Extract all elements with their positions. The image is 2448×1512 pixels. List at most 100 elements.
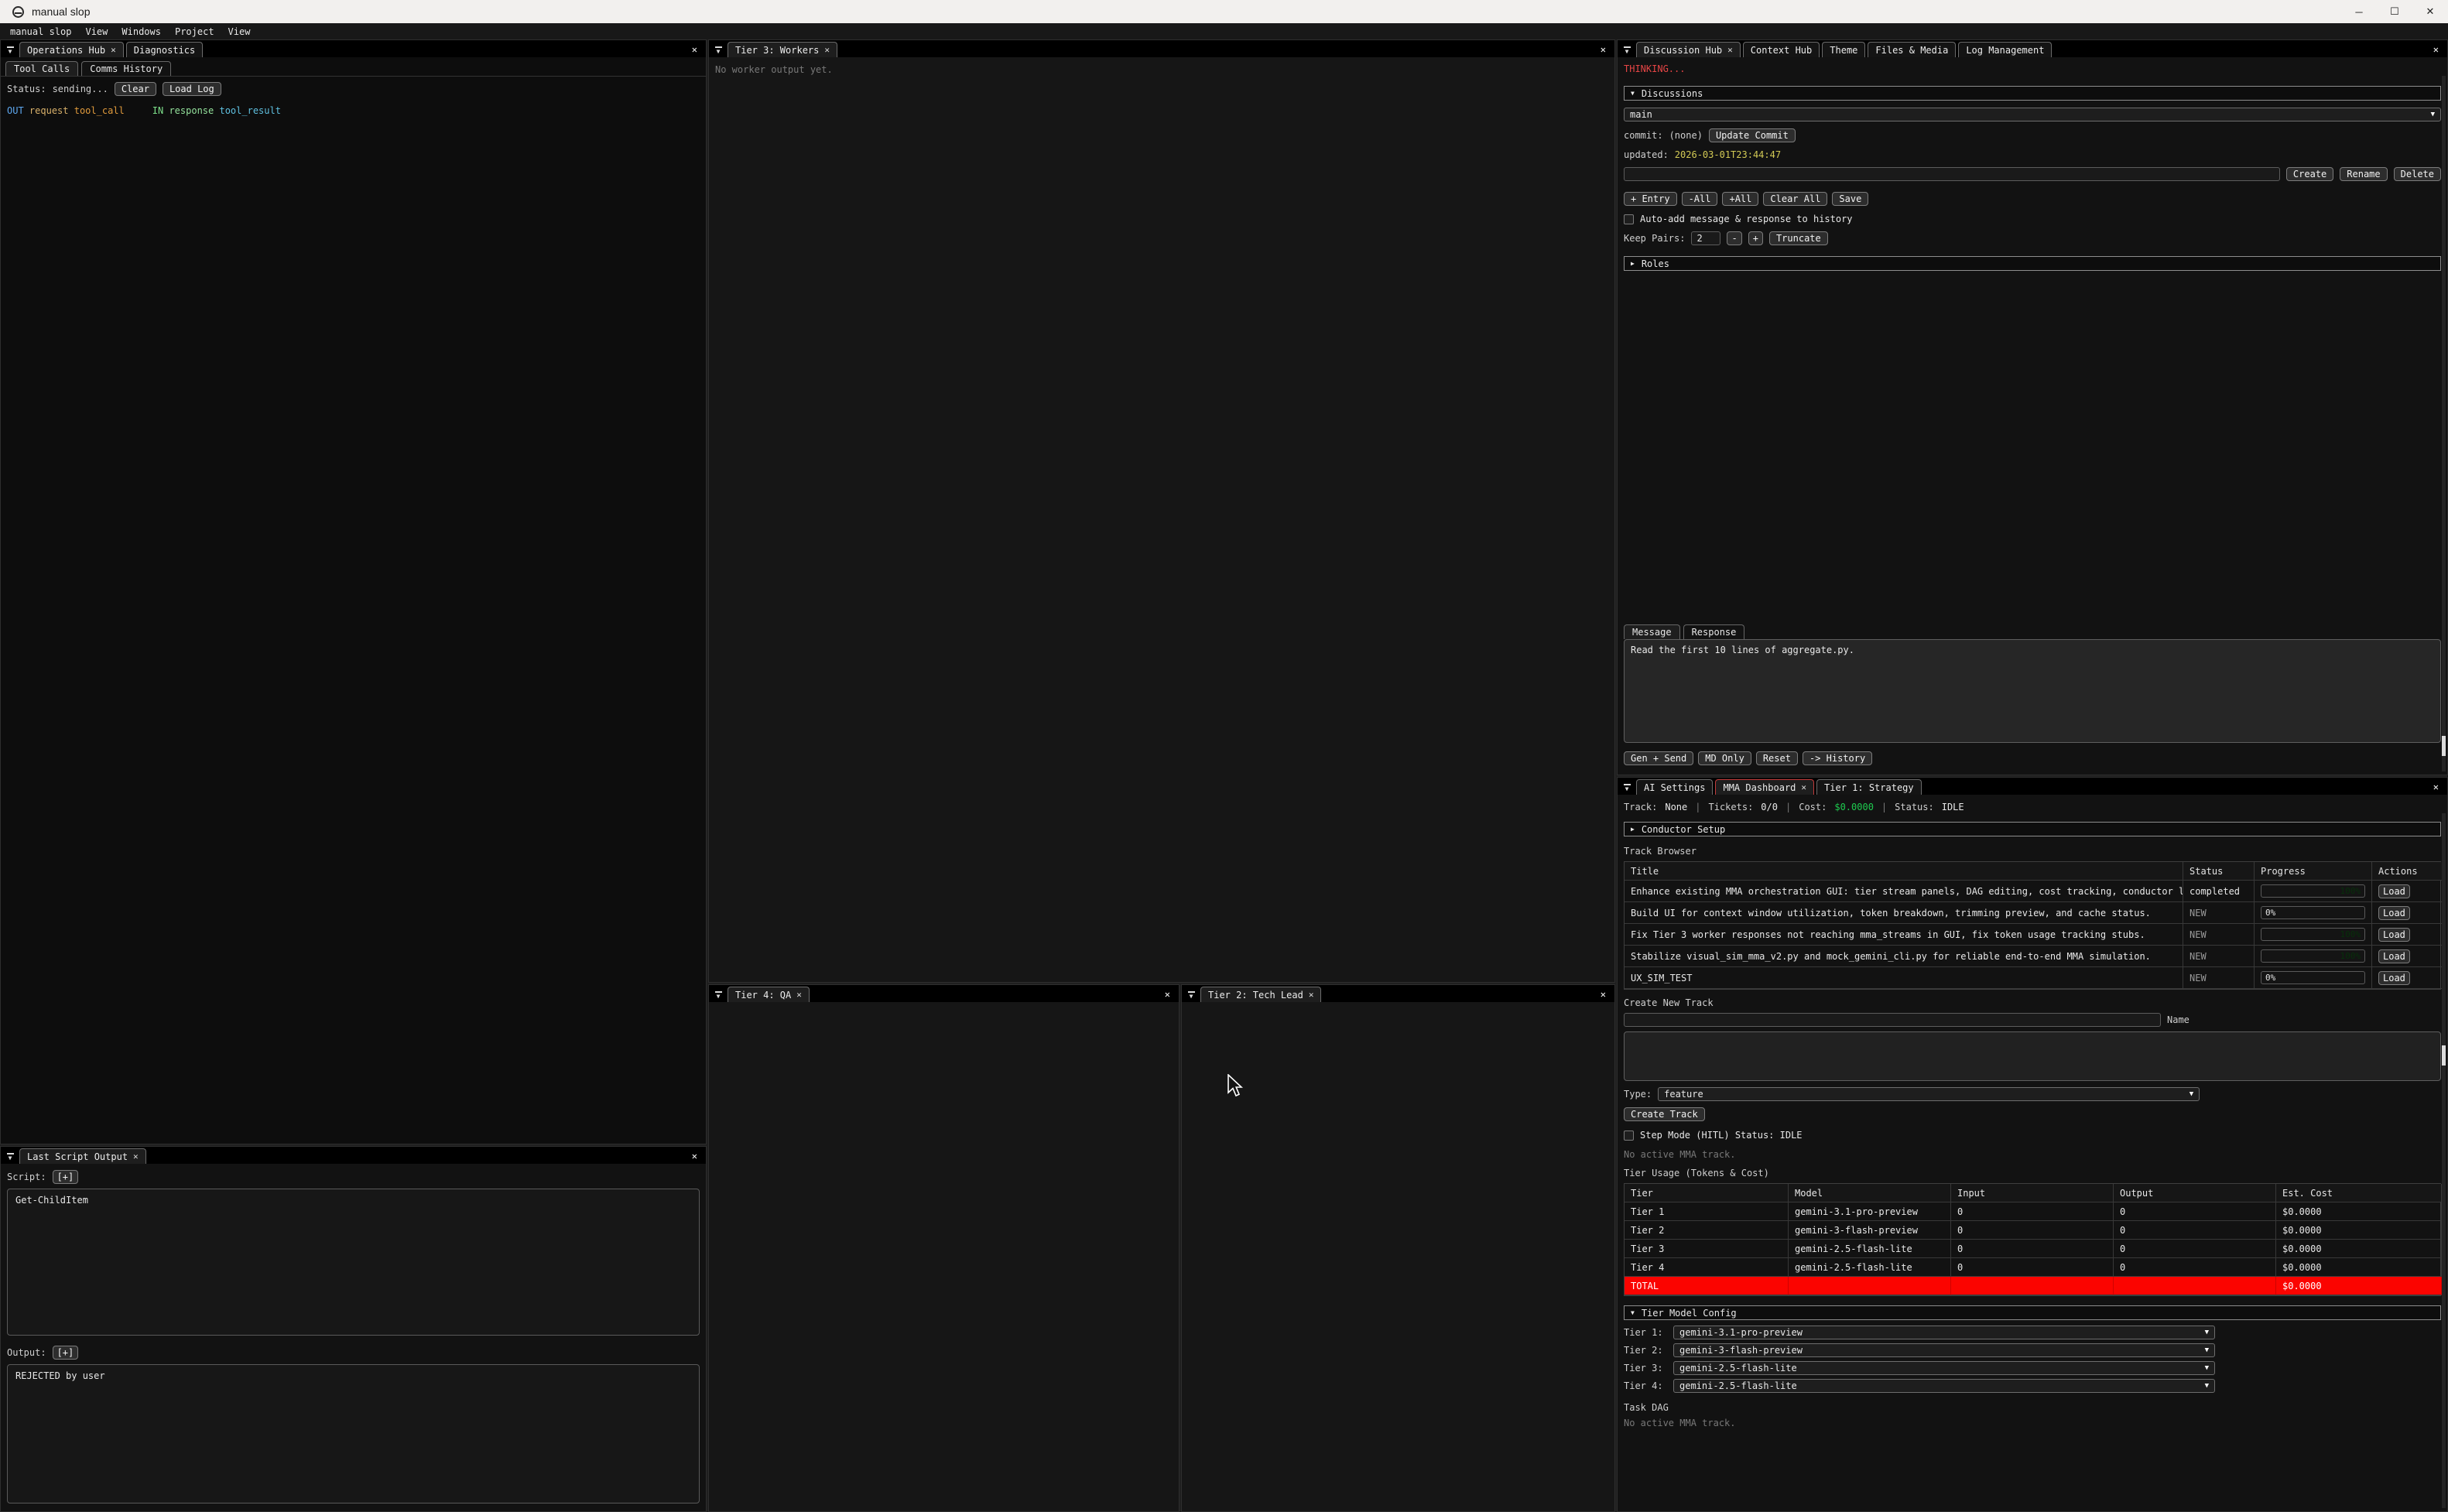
track-type-select[interactable]: feature ▼ bbox=[1658, 1087, 2200, 1101]
panel-menu-icon[interactable]: ▼ bbox=[1618, 780, 1636, 795]
output-content-box[interactable]: REJECTED by user bbox=[7, 1364, 700, 1503]
tab-close-icon[interactable]: ✕ bbox=[1801, 782, 1806, 792]
tab-files-media[interactable]: Files & Media bbox=[1868, 42, 1956, 57]
panel-menu-icon[interactable]: ▼ bbox=[709, 43, 728, 57]
panel-close-icon[interactable]: ✕ bbox=[683, 42, 706, 57]
step-mode-checkbox[interactable] bbox=[1624, 1131, 1634, 1141]
save-button[interactable]: Save bbox=[1832, 192, 1868, 206]
script-expand-button[interactable]: [+] bbox=[53, 1170, 79, 1184]
create-button[interactable]: Create bbox=[2286, 167, 2333, 181]
tab-tier3-workers[interactable]: Tier 3: Workers ✕ bbox=[728, 42, 837, 57]
table-row[interactable]: Stabilize visual_sim_mma_v2.py and mock_… bbox=[1625, 946, 2440, 967]
tier4-model-select[interactable]: gemini-2.5-flash-lite ▼ bbox=[1673, 1379, 2215, 1393]
create-track-button[interactable]: Create Track bbox=[1624, 1107, 1705, 1121]
clear-button[interactable]: Clear bbox=[115, 82, 156, 96]
load-log-button[interactable]: Load Log bbox=[163, 82, 221, 96]
to-history-button[interactable]: -> History bbox=[1803, 751, 1872, 765]
tool-call-log-entry[interactable]: OUT request tool_call IN response tool_r… bbox=[7, 105, 700, 116]
table-row[interactable]: Build UI for context window utilization,… bbox=[1625, 902, 2440, 924]
tab-discussion-hub[interactable]: Discussion Hub ✕ bbox=[1636, 42, 1741, 57]
track-description-textarea[interactable] bbox=[1624, 1031, 2441, 1081]
panel-close-icon[interactable]: ✕ bbox=[683, 1148, 706, 1164]
keep-pairs-plus-button[interactable]: + bbox=[1748, 231, 1763, 245]
panel-close-icon[interactable]: ✕ bbox=[1156, 987, 1179, 1002]
roles-section-header[interactable]: ▶ Roles bbox=[1624, 256, 2441, 271]
panel-close-icon[interactable]: ✕ bbox=[1592, 987, 1614, 1002]
tab-close-icon[interactable]: ✕ bbox=[796, 990, 802, 1000]
tab-close-icon[interactable]: ✕ bbox=[824, 45, 830, 55]
scrollbar[interactable] bbox=[2442, 813, 2446, 1508]
tab-theme[interactable]: Theme bbox=[1822, 42, 1865, 57]
tab-last-script-output[interactable]: Last Script Output ✕ bbox=[19, 1148, 146, 1164]
tab-close-icon[interactable]: ✕ bbox=[1309, 990, 1314, 1000]
expand-all-button[interactable]: +All bbox=[1722, 192, 1758, 206]
load-button[interactable]: Load bbox=[2378, 906, 2410, 920]
tab-diagnostics[interactable]: Diagnostics bbox=[126, 42, 203, 57]
minimize-icon[interactable]: ─ bbox=[2341, 0, 2377, 23]
reset-button[interactable]: Reset bbox=[1756, 751, 1798, 765]
tab-mma-dashboard[interactable]: MMA Dashboard ✕ bbox=[1715, 779, 1814, 795]
gen-send-button[interactable]: Gen + Send bbox=[1624, 751, 1693, 765]
keep-pairs-minus-button[interactable]: - bbox=[1727, 231, 1741, 245]
tab-operations-hub[interactable]: Operations Hub ✕ bbox=[19, 42, 124, 57]
tab-tier4-qa[interactable]: Tier 4: QA ✕ bbox=[728, 987, 810, 1002]
load-button[interactable]: Load bbox=[2378, 971, 2410, 985]
tab-close-icon[interactable]: ✕ bbox=[1727, 45, 1733, 55]
panel-close-icon[interactable]: ✕ bbox=[1592, 42, 1614, 57]
tier-model-config-section-header[interactable]: ▼ Tier Model Config bbox=[1624, 1305, 2441, 1320]
panel-menu-icon[interactable]: ▼ bbox=[1618, 43, 1636, 57]
close-icon[interactable]: ✕ bbox=[2412, 0, 2448, 23]
tab-ai-settings[interactable]: AI Settings bbox=[1636, 779, 1713, 795]
tier1-model-select[interactable]: gemini-3.1-pro-preview ▼ bbox=[1673, 1326, 2215, 1339]
auto-add-checkbox[interactable] bbox=[1624, 214, 1634, 224]
conductor-setup-section-header[interactable]: ▶ Conductor Setup bbox=[1624, 822, 2441, 836]
load-button[interactable]: Load bbox=[2378, 928, 2410, 942]
table-row[interactable]: UX_SIM_TEST NEW 0% Load bbox=[1625, 967, 2440, 989]
menu-item-project[interactable]: Project bbox=[173, 26, 216, 37]
load-button[interactable]: Load bbox=[2378, 949, 2410, 963]
panel-menu-icon[interactable]: ▼ bbox=[709, 987, 728, 1002]
tier3-model-select[interactable]: gemini-2.5-flash-lite ▼ bbox=[1673, 1361, 2215, 1375]
truncate-button[interactable]: Truncate bbox=[1769, 231, 1828, 245]
scrollbar[interactable] bbox=[2442, 76, 2446, 771]
tab-tier2-techlead[interactable]: Tier 2: Tech Lead ✕ bbox=[1200, 987, 1321, 1002]
keep-pairs-input[interactable]: 2 bbox=[1691, 231, 1720, 245]
output-expand-button[interactable]: [+] bbox=[53, 1346, 79, 1360]
collapse-all-button[interactable]: -All bbox=[1682, 192, 1718, 206]
tab-close-icon[interactable]: ✕ bbox=[133, 1151, 139, 1161]
panel-menu-icon[interactable]: ▼ bbox=[1, 43, 19, 57]
delete-button[interactable]: Delete bbox=[2394, 167, 2441, 181]
panel-menu-icon[interactable]: ▼ bbox=[1182, 987, 1200, 1002]
tab-tier1-strategy[interactable]: Tier 1: Strategy bbox=[1816, 779, 1922, 795]
load-button[interactable]: Load bbox=[2378, 884, 2410, 898]
panel-close-icon[interactable]: ✕ bbox=[2425, 42, 2447, 57]
add-entry-button[interactable]: + Entry bbox=[1624, 192, 1677, 206]
panel-close-icon[interactable]: ✕ bbox=[2425, 779, 2447, 795]
subtab-response[interactable]: Response bbox=[1683, 624, 1745, 639]
tab-close-icon[interactable]: ✕ bbox=[111, 45, 116, 55]
clear-all-button[interactable]: Clear All bbox=[1763, 192, 1827, 206]
subtab-message[interactable]: Message bbox=[1624, 624, 1680, 639]
message-textarea[interactable]: Read the first 10 lines of aggregate.py. bbox=[1624, 639, 2441, 743]
table-row[interactable]: Enhance existing MMA orchestration GUI: … bbox=[1625, 881, 2440, 902]
md-only-button[interactable]: MD Only bbox=[1698, 751, 1751, 765]
tab-context-hub[interactable]: Context Hub bbox=[1743, 42, 1820, 57]
table-row[interactable]: Fix Tier 3 worker responses not reaching… bbox=[1625, 924, 2440, 946]
menu-item-manual-slop[interactable]: manual slop bbox=[9, 26, 73, 37]
menu-item-view[interactable]: View bbox=[84, 26, 109, 37]
update-commit-button[interactable]: Update Commit bbox=[1709, 128, 1796, 142]
scrollbar-thumb[interactable] bbox=[2442, 736, 2446, 756]
discussions-section-header[interactable]: ▼ Discussions bbox=[1624, 86, 2441, 101]
menu-item-windows[interactable]: Windows bbox=[120, 26, 163, 37]
tier2-model-select[interactable]: gemini-3-flash-preview ▼ bbox=[1673, 1343, 2215, 1357]
script-content-box[interactable]: Get-ChildItem bbox=[7, 1189, 700, 1336]
scrollbar-thumb[interactable] bbox=[2442, 1045, 2446, 1066]
menu-item-view-2[interactable]: View bbox=[227, 26, 252, 37]
tab-log-management[interactable]: Log Management bbox=[1958, 42, 2052, 57]
discussion-name-input[interactable] bbox=[1624, 167, 2280, 181]
track-name-input[interactable] bbox=[1624, 1013, 2161, 1027]
maximize-icon[interactable]: ☐ bbox=[2377, 0, 2412, 23]
subtab-tool-calls[interactable]: Tool Calls bbox=[5, 61, 78, 76]
rename-button[interactable]: Rename bbox=[2340, 167, 2387, 181]
subtab-comms-history[interactable]: Comms History bbox=[81, 61, 171, 76]
